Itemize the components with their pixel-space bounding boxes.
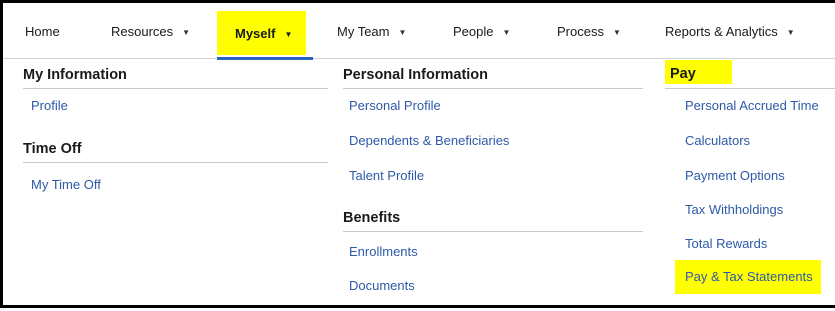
nav-my-team-label: My Team (337, 23, 390, 39)
nav-people-label: People (453, 23, 494, 39)
nav-resources[interactable]: Resources ▼ (111, 3, 190, 59)
nav-process-label: Process (557, 23, 604, 39)
link-total-rewards[interactable]: Total Rewards (685, 236, 767, 251)
heading-pay: Pay (665, 60, 732, 84)
link-enrollments[interactable]: Enrollments (349, 244, 418, 259)
chevron-down-icon: ▼ (398, 27, 407, 37)
link-personal-accrued-time[interactable]: Personal Accrued Time (685, 98, 819, 113)
chevron-down-icon: ▼ (182, 27, 191, 37)
chevron-down-icon: ▼ (612, 27, 621, 37)
nav-people[interactable]: People ▼ (453, 3, 510, 59)
nav-reports-analytics-label: Reports & Analytics (665, 23, 778, 39)
nav-reports-analytics[interactable]: Reports & Analytics ▼ (665, 3, 795, 59)
link-tax-withholdings[interactable]: Tax Withholdings (685, 202, 783, 217)
top-navigation: Home Resources ▼ Myself ▼ My Team ▼ Peop… (3, 3, 835, 60)
nav-process[interactable]: Process ▼ (557, 3, 621, 59)
nav-home[interactable]: Home (25, 3, 60, 59)
link-calculators[interactable]: Calculators (685, 133, 750, 148)
heading-personal-information: Personal Information (343, 67, 489, 83)
heading-my-information: My Information (23, 67, 127, 83)
link-dependents-beneficiaries[interactable]: Dependents & Beneficiaries (349, 133, 509, 148)
chevron-down-icon: ▼ (284, 29, 293, 39)
heading-time-off: Time Off (23, 141, 82, 157)
link-payment-options[interactable]: Payment Options (685, 168, 785, 183)
myself-dropdown-menu: My Information Profile Time Off My Time … (3, 60, 835, 311)
link-pay-tax-statements[interactable]: Pay & Tax Statements (675, 260, 821, 294)
link-personal-profile[interactable]: Personal Profile (349, 98, 441, 113)
link-talent-profile[interactable]: Talent Profile (349, 168, 424, 183)
chevron-down-icon: ▼ (786, 27, 795, 37)
section-divider (343, 231, 643, 232)
nav-myself-label: Myself (235, 25, 276, 41)
heading-benefits: Benefits (343, 210, 401, 226)
nav-resources-label: Resources (111, 23, 174, 39)
link-profile[interactable]: Profile (31, 98, 68, 113)
nav-home-label: Home (25, 23, 60, 39)
section-divider (23, 162, 328, 163)
section-divider (343, 88, 643, 89)
link-documents[interactable]: Documents (349, 278, 415, 293)
chevron-down-icon: ▼ (502, 27, 511, 37)
section-divider (23, 88, 328, 89)
nav-my-team[interactable]: My Team ▼ (337, 3, 406, 59)
section-divider (665, 88, 835, 89)
link-my-time-off[interactable]: My Time Off (31, 177, 101, 192)
nav-myself[interactable]: Myself ▼ (217, 11, 307, 55)
menu-frame: Home Resources ▼ Myself ▼ My Team ▼ Peop… (0, 0, 835, 308)
